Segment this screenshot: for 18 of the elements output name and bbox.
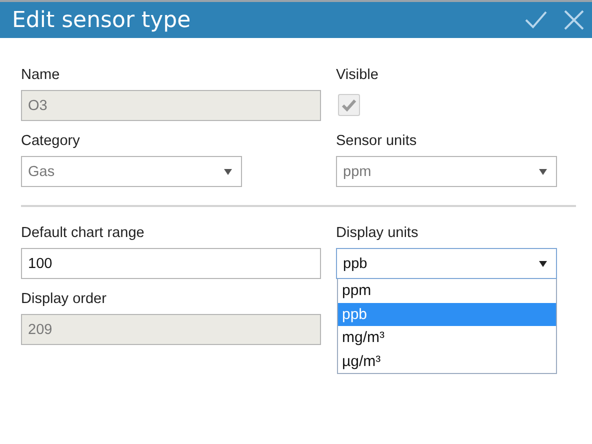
dropdown-option[interactable]: mg/m³: [338, 326, 556, 350]
field-label: Display order: [21, 290, 106, 309]
checkmark-icon: [341, 97, 357, 113]
dropdown-option[interactable]: µg/m³: [338, 350, 556, 373]
field-label: Display units: [336, 224, 418, 243]
field-label: Name: [21, 66, 60, 85]
dialog-title: Edit sensor type: [12, 8, 191, 32]
field-label: Sensor units: [336, 132, 417, 151]
dropdown-option[interactable]: ppm: [338, 279, 556, 302]
field-label: Default chart range: [21, 224, 144, 243]
dropdown[interactable]: ppb: [336, 248, 557, 279]
caret-icon: [539, 168, 547, 174]
field-label: Visible: [336, 66, 378, 85]
caret-icon: [539, 260, 547, 266]
field-label: Category: [21, 132, 80, 151]
close-icon[interactable]: [562, 8, 586, 32]
caret-icon: [224, 168, 232, 174]
text-field[interactable]: 100: [21, 248, 321, 279]
